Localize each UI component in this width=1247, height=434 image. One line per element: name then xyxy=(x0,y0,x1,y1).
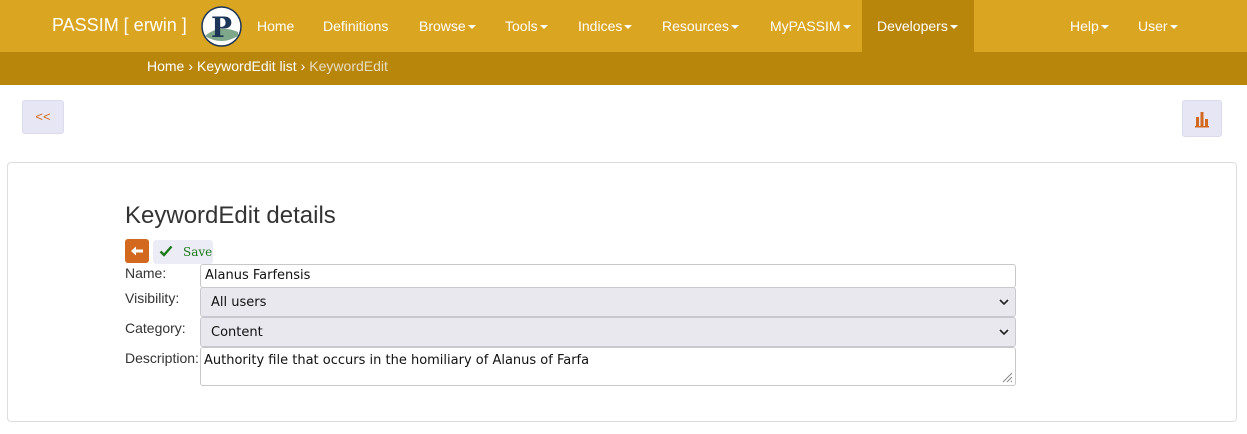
caret-down-icon xyxy=(1169,25,1178,30)
check-icon xyxy=(159,245,173,257)
caret-down-icon xyxy=(467,25,476,30)
caret-down-icon xyxy=(539,25,548,30)
visibility-value: All users xyxy=(211,295,267,310)
nav-indices[interactable]: Indices xyxy=(563,0,647,52)
nav-developers[interactable]: Developers xyxy=(862,0,974,52)
chevron-down-icon xyxy=(999,299,1009,306)
caret-down-icon xyxy=(624,25,633,30)
stats-button[interactable] xyxy=(1182,100,1222,137)
description-label: Description: xyxy=(125,350,199,366)
description-textarea[interactable]: Authority file that occurs in the homili… xyxy=(200,347,1016,386)
back-button[interactable] xyxy=(125,239,149,263)
breadcrumb-keywordedit-list[interactable]: KeywordEdit list xyxy=(197,58,297,74)
resize-grip-icon[interactable] xyxy=(1001,371,1013,383)
name-label: Name: xyxy=(125,265,167,281)
save-label: Save xyxy=(183,245,213,259)
breadcrumb: Home › KeywordEdit list › KeywordEdit xyxy=(147,58,388,74)
nav-mypassim[interactable]: MyPASSIM xyxy=(755,0,866,52)
visibility-label: Visibility: xyxy=(125,290,180,306)
arrow-left-icon xyxy=(131,246,143,256)
back-to-list-button[interactable]: << xyxy=(22,100,64,134)
caret-down-icon xyxy=(842,25,851,30)
nav-home[interactable]: Home xyxy=(242,0,309,52)
caret-down-icon xyxy=(1100,25,1109,30)
category-label: Category: xyxy=(125,320,186,336)
nav-browse[interactable]: Browse xyxy=(404,0,491,52)
svg-text:P: P xyxy=(211,11,232,44)
chevron-down-icon xyxy=(999,329,1009,336)
category-select[interactable]: Content xyxy=(200,317,1016,347)
breadcrumb-bar: Home › KeywordEdit list › KeywordEdit xyxy=(0,52,1247,85)
top-navbar: PASSIM [ erwin ] P Home Definitions Brow… xyxy=(0,0,1247,52)
breadcrumb-current: KeywordEdit xyxy=(309,58,388,74)
passim-logo-icon[interactable]: P xyxy=(201,6,242,47)
save-button[interactable]: Save xyxy=(153,240,213,264)
brand-title[interactable]: PASSIM [ erwin ] xyxy=(52,15,187,36)
nav-help[interactable]: Help xyxy=(1055,0,1124,52)
nav-definitions[interactable]: Definitions xyxy=(308,0,403,52)
name-input[interactable]: Alanus Farfensis xyxy=(200,264,1016,288)
nav-tools[interactable]: Tools xyxy=(490,0,563,52)
nav-user[interactable]: User xyxy=(1123,0,1193,52)
category-value: Content xyxy=(211,325,263,340)
breadcrumb-separator: › xyxy=(300,58,306,74)
page-title: KeywordEdit details xyxy=(125,202,336,229)
description-value: Authority file that occurs in the homili… xyxy=(204,353,590,368)
visibility-select[interactable]: All users xyxy=(200,287,1016,317)
bar-chart-icon xyxy=(1195,112,1209,128)
breadcrumb-home[interactable]: Home xyxy=(147,58,184,74)
nav-resources[interactable]: Resources xyxy=(647,0,754,52)
breadcrumb-separator: › xyxy=(188,58,194,74)
caret-down-icon xyxy=(730,25,739,30)
caret-down-icon xyxy=(949,25,958,30)
